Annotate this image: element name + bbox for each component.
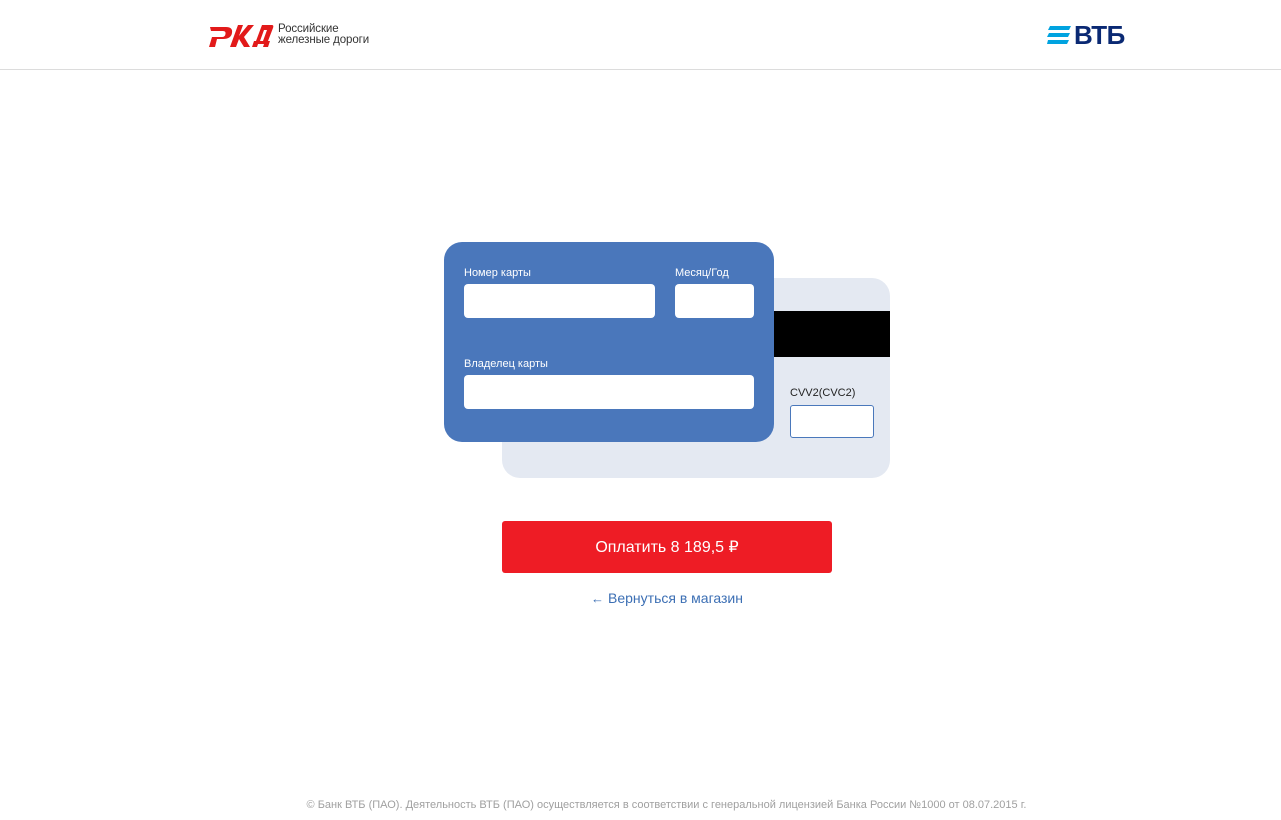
rzd-logo-text: Российские железные дороги <box>278 23 370 46</box>
card-holder-label: Владелец карты <box>464 358 548 370</box>
cvv-label: CVV2(CVC2) <box>790 387 856 399</box>
vtb-logo-text: ВТБ <box>1074 20 1125 50</box>
expiry-input[interactable] <box>675 284 754 318</box>
card-front: Номер карты Месяц/Год Владелец карты <box>444 242 774 442</box>
footer-copyright: © Банк ВТБ (ПАО). Деятельность ВТБ (ПАО)… <box>306 799 1027 811</box>
card-number-label: Номер карты <box>464 267 531 279</box>
cvv-input[interactable] <box>790 405 874 438</box>
card-number-input[interactable] <box>464 284 655 318</box>
vtb-stripes-icon <box>1047 26 1071 44</box>
rzd-logo-icon <box>209 25 274 47</box>
pay-button[interactable]: Оплатить 8 189,5 ₽ <box>502 521 832 573</box>
rzd-logo: Российские железные дороги <box>206 19 369 51</box>
expiry-label: Месяц/Год <box>675 267 729 279</box>
vtb-logo: ВТБ <box>1047 20 1125 50</box>
header: Российские железные дороги ВТБ <box>0 0 1281 70</box>
arrow-left-icon: ← <box>591 591 605 606</box>
footer: © Банк ВТБ (ПАО). Деятельность ВТБ (ПАО)… <box>0 799 1281 811</box>
back-to-shop-label: Вернуться в магазин <box>608 590 743 606</box>
back-to-shop-link[interactable]: ← Вернуться в магазин <box>502 590 832 606</box>
card-holder-input[interactable] <box>464 375 754 409</box>
